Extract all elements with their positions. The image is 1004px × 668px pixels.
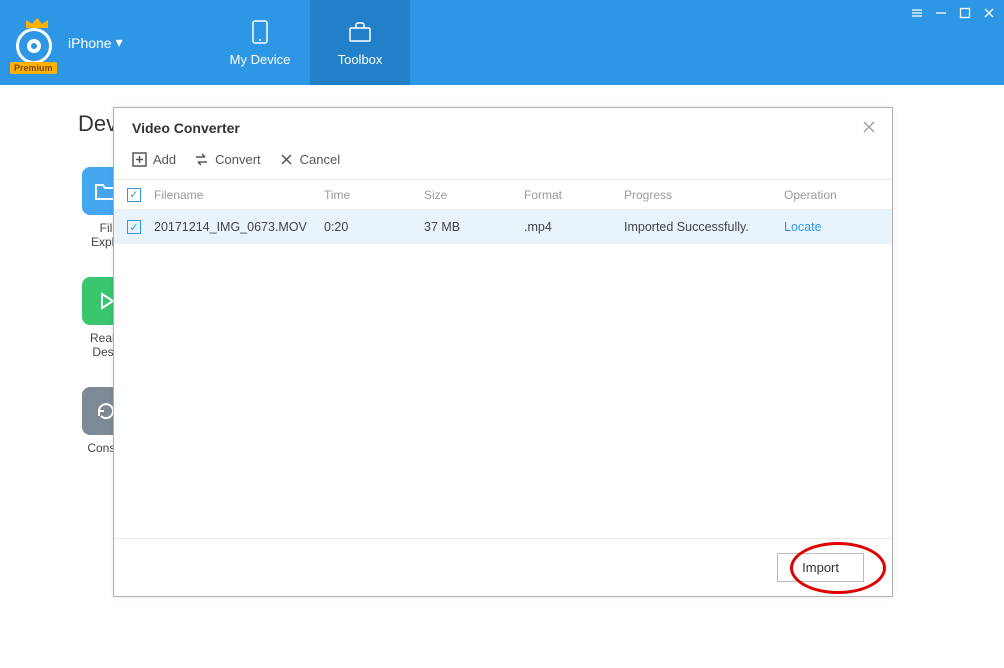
col-progress: Progress [624, 188, 784, 202]
convert-button[interactable]: Convert [194, 152, 261, 167]
minimize-icon[interactable] [934, 6, 948, 20]
app-logo: Premium [10, 18, 60, 68]
dialog-close-button[interactable] [862, 120, 876, 137]
maximize-icon[interactable] [958, 6, 972, 20]
col-size: Size [424, 188, 524, 202]
add-button[interactable]: Add [132, 152, 176, 167]
cell-time: 0:20 [324, 220, 424, 234]
cell-filename: 20171214_IMG_0673.MOV [154, 220, 324, 234]
convert-icon [194, 152, 209, 167]
col-time: Time [324, 188, 424, 202]
dialog-toolbar: Add Convert Cancel [114, 142, 892, 180]
dialog-title: Video Converter [114, 108, 892, 142]
table-row[interactable]: ✓ 20171214_IMG_0673.MOV 0:20 37 MB .mp4 … [114, 210, 892, 244]
cell-format: .mp4 [524, 220, 624, 234]
tab-label: My Device [230, 52, 291, 67]
file-table: ✓ Filename Time Size Format Progress Ope… [114, 180, 892, 538]
logo-area: Premium iPhone ▾ [0, 0, 210, 85]
dialog-footer: Import [114, 538, 892, 596]
table-header: ✓ Filename Time Size Format Progress Ope… [114, 180, 892, 210]
cancel-button[interactable]: Cancel [279, 152, 340, 167]
tab-my-device[interactable]: My Device [210, 0, 310, 85]
cancel-label: Cancel [300, 152, 340, 167]
briefcase-icon [346, 18, 374, 46]
col-filename: Filename [154, 188, 324, 202]
cell-progress: Imported Successfully. [624, 220, 784, 234]
chevron-down-icon: ▾ [116, 34, 123, 51]
add-label: Add [153, 152, 176, 167]
close-icon [862, 120, 876, 134]
tab-toolbox[interactable]: Toolbox [310, 0, 410, 85]
window-controls [910, 6, 996, 20]
row-checkbox[interactable]: ✓ [127, 220, 141, 234]
nav-tabs: My Device Toolbox [210, 0, 410, 85]
close-icon[interactable] [982, 6, 996, 20]
tablet-icon [246, 18, 274, 46]
col-format: Format [524, 188, 624, 202]
plus-square-icon [132, 152, 147, 167]
convert-label: Convert [215, 152, 261, 167]
device-name: iPhone [68, 35, 112, 51]
app-header: Premium iPhone ▾ My Device Toolbox [0, 0, 1004, 85]
select-all-checkbox[interactable]: ✓ [127, 188, 141, 202]
col-operation: Operation [784, 188, 884, 202]
x-icon [279, 152, 294, 167]
import-button[interactable]: Import [777, 553, 864, 582]
tab-label: Toolbox [338, 52, 383, 67]
cell-size: 37 MB [424, 220, 524, 234]
locate-link[interactable]: Locate [784, 220, 822, 234]
premium-badge: Premium [10, 62, 57, 74]
video-converter-dialog: Video Converter Add Convert Cancel ✓ Fil… [113, 107, 893, 597]
menu-icon[interactable] [910, 6, 924, 20]
device-selector[interactable]: iPhone ▾ [68, 34, 123, 51]
